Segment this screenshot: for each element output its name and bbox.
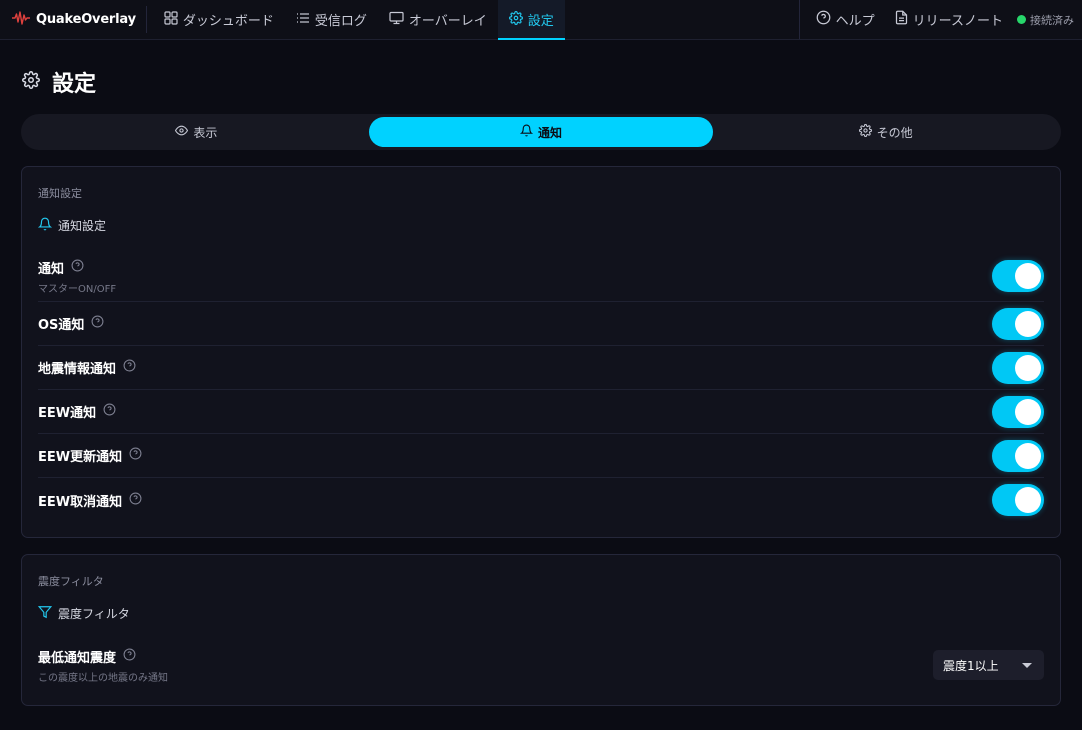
row-title-text: EEW更新通知 (38, 450, 123, 465)
section-caption: 震度フィルタ (38, 575, 104, 588)
main-nav: ダッシュボード 受信ログ オーバーレイ 設定 (153, 0, 565, 40)
row-label: 通知 マスターON/OFF (38, 258, 116, 295)
section-heading: 震度フィルタ (37, 605, 130, 622)
help-icon[interactable] (123, 359, 136, 376)
help-circle-icon (816, 10, 831, 29)
toggle-knob (1015, 310, 1041, 337)
row-title: 最低通知震度 (38, 647, 168, 666)
help-icon[interactable] (103, 403, 116, 420)
row-label: 最低通知震度 この震度以上の地震のみ通知 (38, 647, 168, 684)
gear-icon (508, 10, 523, 29)
top-navigation-bar: QuakeOverlay ダッシュボード 受信ログ オーバーレイ 設定 ヘルプ … (0, 0, 1082, 40)
row-title-text: EEW通知 (38, 406, 97, 421)
row-title-text: 最低通知震度 (38, 650, 117, 666)
setting-row-earthquake-info-notification: 地震情報通知 (38, 346, 1044, 390)
help-icon[interactable] (91, 315, 104, 332)
gear-icon (858, 124, 872, 140)
row-subtitle: この震度以上の地震のみ通知 (38, 672, 168, 684)
eye-icon (175, 124, 189, 140)
row-title-text: EEW取消通知 (38, 494, 123, 510)
settings-tabs: 表示 通知 その他 (21, 114, 1061, 150)
setting-row-notification-master: 通知 マスターON/OFF (38, 251, 1044, 302)
nav-receive-log-label: 受信ログ (314, 14, 367, 29)
row-title: OS通知 (38, 314, 104, 333)
tab-display[interactable]: 表示 (24, 117, 369, 147)
help-icon[interactable] (71, 259, 84, 276)
row-title: EEW通知 (38, 402, 116, 421)
toggle-knob (1015, 263, 1041, 289)
toggle-knob (1015, 442, 1041, 469)
toggle-knob (1015, 354, 1041, 381)
notification-settings-card: 通知設定 通知設定 通知 マスターON/OFF OS通知 地震情報通知 EEW通… (21, 166, 1061, 538)
tab-notification[interactable]: 通知 (368, 117, 714, 147)
setting-row-eew-update-notification: EEW更新通知 (38, 434, 1044, 478)
connection-status: 接続済み (1013, 12, 1074, 28)
select-value: 震度1以上 (943, 658, 999, 673)
nav-overlay-label: オーバーレイ (408, 14, 487, 29)
minimum-intensity-select[interactable]: 震度1以上 (933, 650, 1044, 680)
app-brand[interactable]: QuakeOverlay (0, 6, 147, 33)
monitor-icon (389, 11, 404, 29)
section-heading-label: 震度フィルタ (58, 607, 130, 621)
eew-cancel-notification-toggle[interactable] (992, 484, 1044, 516)
help-icon[interactable] (129, 447, 142, 464)
nav-overlay[interactable]: オーバーレイ (378, 0, 498, 39)
chevron-down-icon (1022, 662, 1032, 668)
nav-dashboard[interactable]: ダッシュボード (153, 0, 285, 39)
row-title-text: OS通知 (38, 318, 85, 333)
release-notes-link[interactable]: リリースノート (885, 10, 1013, 29)
setting-row-os-notification: OS通知 (38, 302, 1044, 346)
section-heading-label: 通知設定 (58, 219, 107, 233)
right-nav: ヘルプ リリースノート 接続済み (798, 0, 1082, 39)
notification-master-toggle[interactable] (992, 260, 1044, 292)
intensity-filter-card: 震度フィルタ 震度フィルタ 最低通知震度 この震度以上の地震のみ通知 震度1以上 (21, 554, 1061, 706)
section-heading: 通知設定 (37, 217, 107, 234)
bell-icon (37, 217, 53, 234)
document-icon (895, 10, 908, 29)
row-title: EEW取消通知 (38, 491, 142, 510)
os-notification-toggle[interactable] (992, 307, 1044, 340)
status-label: 接続済み (1030, 13, 1074, 27)
tab-notification-label: 通知 (538, 125, 563, 140)
help-label: ヘルプ (835, 14, 875, 29)
help-icon[interactable] (123, 648, 136, 665)
row-title: 通知 (38, 258, 116, 277)
toggle-knob (1015, 487, 1041, 513)
section-caption: 通知設定 (38, 187, 82, 200)
page-title: 設定 (52, 72, 97, 97)
status-dot-icon (1017, 15, 1026, 24)
bell-icon (519, 124, 534, 140)
help-link[interactable]: ヘルプ (806, 10, 885, 29)
nav-settings-label: 設定 (527, 14, 554, 29)
row-title-text: 地震情報通知 (38, 362, 117, 377)
tab-display-label: 表示 (193, 125, 218, 140)
row-title: EEW更新通知 (38, 446, 142, 465)
row-subtitle: マスターON/OFF (38, 283, 117, 295)
setting-row-eew-cancel-notification: EEW取消通知 (38, 478, 1044, 522)
setting-row-eew-notification: EEW通知 (38, 390, 1044, 434)
row-title: 地震情報通知 (38, 358, 136, 377)
tab-other-label: その他 (876, 125, 913, 140)
nav-settings[interactable]: 設定 (497, 0, 565, 40)
dashboard-icon (164, 10, 178, 29)
eew-update-notification-toggle[interactable] (992, 439, 1044, 472)
earthquake-info-notification-toggle[interactable] (992, 351, 1044, 384)
waveform-icon (12, 10, 30, 29)
gear-icon (22, 71, 40, 93)
filter-icon (37, 605, 53, 622)
list-icon (296, 11, 310, 29)
setting-row-minimum-intensity: 最低通知震度 この震度以上の地震のみ通知 震度1以上 (38, 643, 1044, 687)
nav-dashboard-label: ダッシュボード (182, 14, 274, 29)
release-notes-label: リリースノート (912, 14, 1003, 29)
toggle-knob (1015, 398, 1041, 425)
nav-receive-log[interactable]: 受信ログ (285, 0, 378, 39)
app-name: QuakeOverlay (36, 12, 136, 27)
row-title-text: 通知 (38, 261, 65, 277)
eew-notification-toggle[interactable] (992, 395, 1044, 428)
tab-other[interactable]: その他 (713, 117, 1058, 147)
help-icon[interactable] (129, 492, 142, 509)
page-header: 設定 (22, 66, 96, 98)
